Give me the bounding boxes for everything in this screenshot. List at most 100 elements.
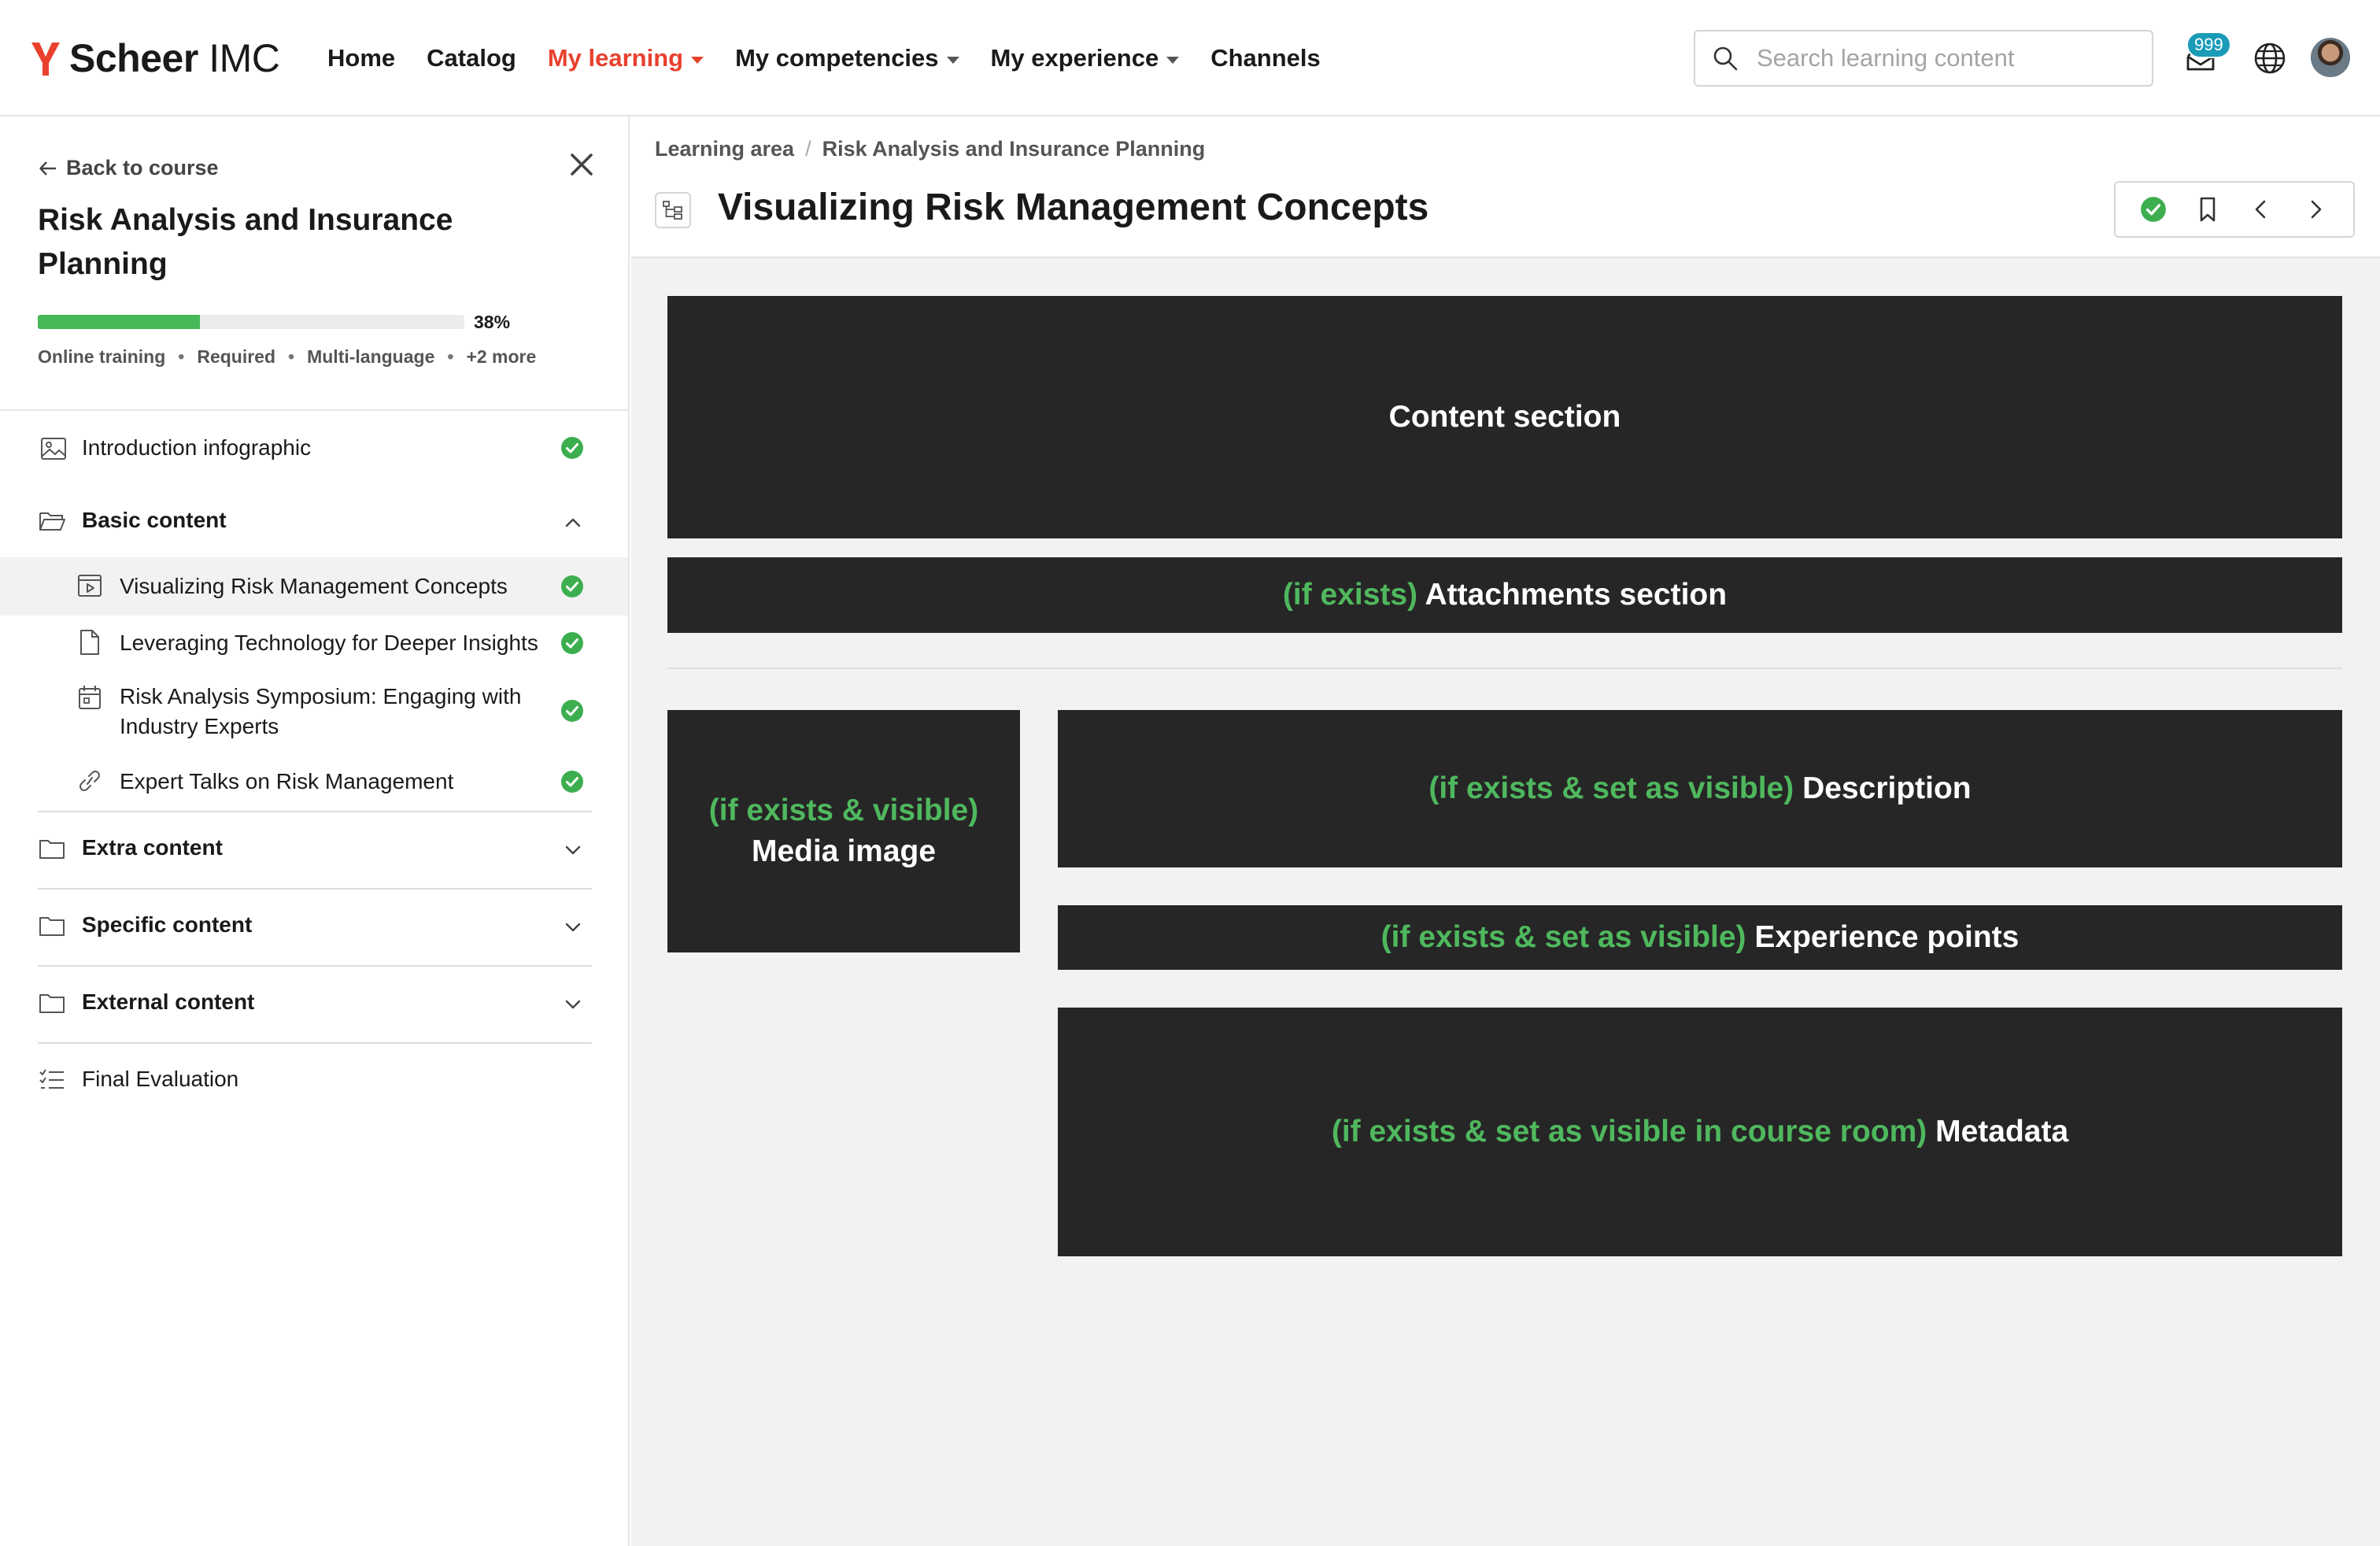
content-section-label: Content section [1388, 400, 1621, 434]
tree-folder-label: External content [82, 989, 255, 1014]
caret-down-icon [946, 56, 959, 64]
tree-item-label: Introduction infographic [82, 435, 312, 460]
tree-folder-specific-content[interactable]: Specific content [0, 890, 628, 965]
tree-folder-basic-content[interactable]: Basic content [0, 488, 628, 557]
media-label: Media image [751, 834, 937, 868]
meta-separator: • [447, 346, 454, 367]
tree-structure-icon [663, 201, 682, 220]
meta-type: Online training [38, 346, 166, 367]
media-image-section: (if exists & visible) Media image [667, 710, 1020, 952]
breadcrumb: Learning area / Risk Analysis and Insura… [655, 137, 1205, 161]
toggle-tree-button[interactable] [655, 192, 691, 228]
tree-item-visualizing-risk-management-concepts[interactable]: Visualizing Risk Management Concepts [0, 557, 628, 616]
back-to-course-label: Back to course [66, 156, 219, 179]
arrow-left-icon [39, 161, 56, 176]
meta-more[interactable]: +2 more [466, 346, 536, 368]
metadata-section: (if exists & set as visible in course ro… [1058, 1008, 2342, 1256]
page-title: Visualizing Risk Management Concepts [718, 187, 1429, 228]
tree-folder-extra-content[interactable]: Extra content [0, 812, 628, 888]
image-icon [41, 438, 66, 460]
folder-open-icon [39, 512, 65, 531]
attachments-section: (if exists) Attachments section [667, 557, 2342, 633]
experience-points-section: (if exists & set as visible) Experience … [1058, 905, 2342, 970]
meta-separator: • [178, 346, 185, 367]
nav-home[interactable]: Home [327, 44, 395, 72]
breadcrumb-learning-area[interactable]: Learning area [655, 137, 794, 161]
course-title: Risk Analysis and Insurance Planning [38, 203, 453, 281]
description-label: Description [1802, 771, 1972, 805]
nav-channels-label: Channels [1210, 44, 1321, 72]
chevron-down-icon[interactable] [562, 916, 584, 938]
tree-item-final-evaluation[interactable]: Final Evaluation [0, 1044, 628, 1116]
previous-item-button[interactable] [2245, 194, 2277, 225]
nav-catalog[interactable]: Catalog [427, 44, 516, 72]
tree-item-introduction-infographic[interactable]: Introduction infographic [0, 411, 628, 486]
item-toolbar [2114, 181, 2355, 238]
attachments-label: Attachments section [1425, 578, 1728, 612]
user-avatar[interactable] [2311, 38, 2350, 77]
breadcrumb-course[interactable]: Risk Analysis and Insurance Planning [822, 137, 1206, 161]
meta-required: Required [197, 346, 276, 367]
nav-my-competencies[interactable]: My competencies [735, 44, 959, 72]
back-to-course-link[interactable]: Back to course [38, 156, 219, 180]
tree-item-leveraging-technology[interactable]: Leveraging Technology for Deeper Insight… [0, 616, 628, 671]
progress-percent: 38% [474, 312, 511, 332]
tree-folder-external-content[interactable]: External content [0, 967, 628, 1042]
notification-count-badge: 999 [2186, 31, 2231, 58]
bookmark-button[interactable] [2192, 194, 2223, 225]
logo[interactable]: Scheer IMC [30, 36, 280, 80]
search-box[interactable] [1694, 30, 2153, 87]
language-button[interactable] [2251, 39, 2289, 77]
main-nav: Home Catalog My learning My competencies… [327, 41, 1352, 76]
experience-label: Experience points [1754, 920, 2020, 954]
logo-text: Scheer IMC [69, 36, 280, 80]
next-item-button[interactable] [2300, 194, 2331, 225]
experience-condition: (if exists & set as visible) [1380, 920, 1746, 954]
search-icon [1713, 46, 1738, 71]
description-section: (if exists & set as visible) Description [1058, 710, 2342, 867]
checklist-icon [39, 1069, 64, 1089]
complete-check-icon [2141, 197, 2167, 222]
logo-mark-icon [31, 43, 60, 76]
completed-check-icon [561, 575, 583, 597]
link-icon [79, 771, 100, 791]
calendar-icon [79, 686, 101, 709]
tree-item-label: Expert Talks on Risk Management [120, 769, 454, 793]
chevron-left-icon [2255, 200, 2266, 219]
top-navigation-bar: Scheer IMC Home Catalog My learning My c… [0, 0, 2380, 117]
completed-check-icon [561, 771, 583, 793]
tree-folder-label: Extra content [82, 835, 223, 860]
content-header: Learning area / Risk Analysis and Insura… [631, 117, 2380, 258]
course-sidebar: Back to course Risk Analysis and Insuran… [0, 117, 630, 1546]
nav-my-learning[interactable]: My learning [548, 44, 704, 72]
globe-icon [2254, 43, 2286, 74]
completed-check-icon [561, 700, 583, 722]
breadcrumb-separator: / [805, 137, 811, 161]
tree-item-expert-talks[interactable]: Expert Talks on Risk Management [0, 754, 628, 809]
folder-icon [39, 994, 65, 1013]
nav-home-label: Home [327, 44, 396, 72]
chevron-down-icon[interactable] [562, 993, 584, 1015]
chevron-down-icon[interactable] [562, 839, 584, 861]
document-icon [80, 630, 99, 655]
mark-complete-button[interactable] [2138, 194, 2169, 225]
nav-my-competencies-label: My competencies [735, 44, 939, 72]
metadata-label: Metadata [1935, 1115, 2069, 1148]
close-icon[interactable] [567, 150, 597, 179]
search-input[interactable] [1757, 44, 2134, 72]
media-icon [78, 575, 102, 597]
progress-fill [38, 315, 200, 329]
course-progress-bar [38, 315, 464, 329]
chevron-right-icon [2311, 200, 2322, 219]
chevron-up-icon[interactable] [562, 512, 584, 534]
nav-my-experience[interactable]: My experience [991, 44, 1180, 72]
media-condition: (if exists & visible) [708, 793, 979, 827]
tree-item-label: Final Evaluation [82, 1067, 239, 1091]
content-section: Content section [667, 296, 2342, 538]
tree-item-label: Visualizing Risk Management Concepts [120, 574, 508, 598]
nav-catalog-label: Catalog [427, 44, 516, 72]
tree-item-risk-analysis-symposium[interactable]: Risk Analysis Symposium: Engaging with I… [0, 671, 628, 754]
metadata-condition: (if exists & set as visible in course ro… [1331, 1115, 1927, 1148]
nav-channels[interactable]: Channels [1210, 44, 1321, 72]
main-content-area: Learning area / Risk Analysis and Insura… [631, 117, 2380, 1546]
